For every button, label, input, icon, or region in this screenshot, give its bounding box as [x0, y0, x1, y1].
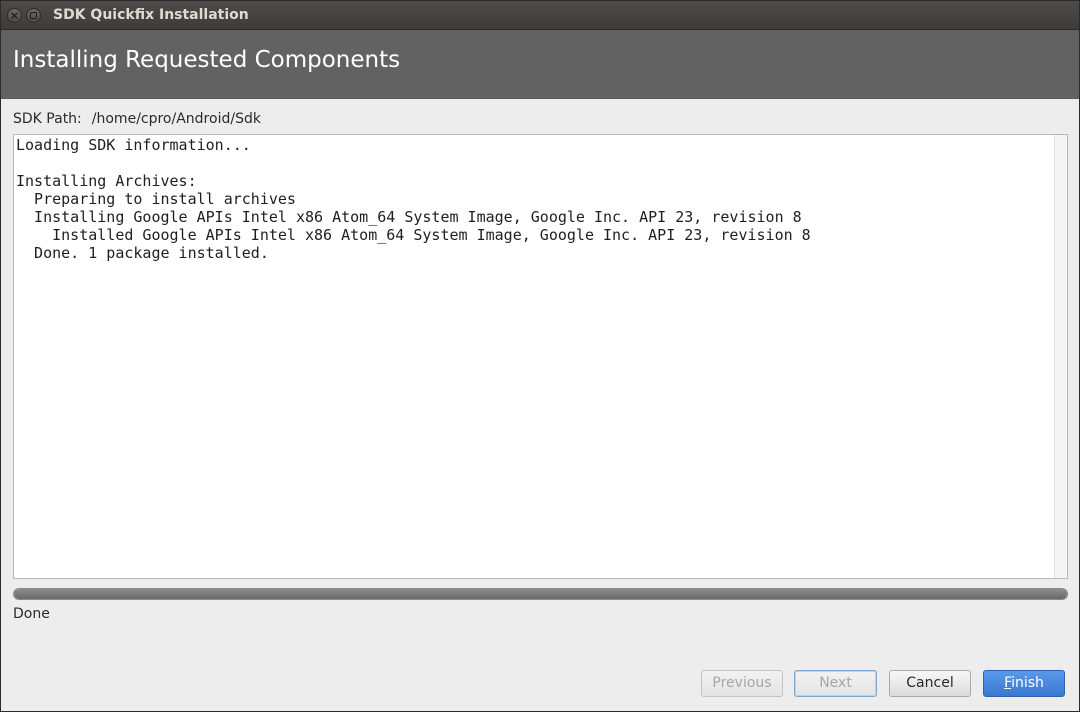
- cancel-button[interactable]: Cancel: [889, 670, 971, 697]
- previous-button[interactable]: Previous: [701, 670, 783, 697]
- page-title: Installing Requested Components: [13, 47, 401, 73]
- finish-label-rest: inish: [1011, 675, 1044, 691]
- install-log[interactable]: Loading SDK information... Installing Ar…: [13, 134, 1068, 579]
- progress-bar: [13, 588, 1068, 600]
- header-banner: Installing Requested Components: [1, 30, 1079, 99]
- status-text: Done: [13, 606, 50, 622]
- window-title: SDK Quickfix Installation: [53, 7, 249, 23]
- maximize-icon[interactable]: [26, 8, 41, 23]
- sdk-path-value: /home/cpro/Android/Sdk: [91, 111, 261, 127]
- title-bar: × SDK Quickfix Installation: [1, 1, 1079, 30]
- quickfix-dialog: × SDK Quickfix Installation Installing R…: [0, 0, 1080, 712]
- sdk-path-label: SDK Path:: [13, 111, 82, 127]
- log-scrollbar[interactable]: [1054, 135, 1067, 578]
- progress-fill: [14, 589, 1067, 599]
- sdk-path-row: SDK Path: /home/cpro/Android/Sdk: [13, 111, 261, 127]
- close-icon[interactable]: ×: [7, 8, 22, 23]
- finish-button[interactable]: Finish: [983, 670, 1065, 697]
- next-button[interactable]: Next: [794, 670, 877, 697]
- install-log-text: Loading SDK information... Installing Ar…: [16, 136, 811, 262]
